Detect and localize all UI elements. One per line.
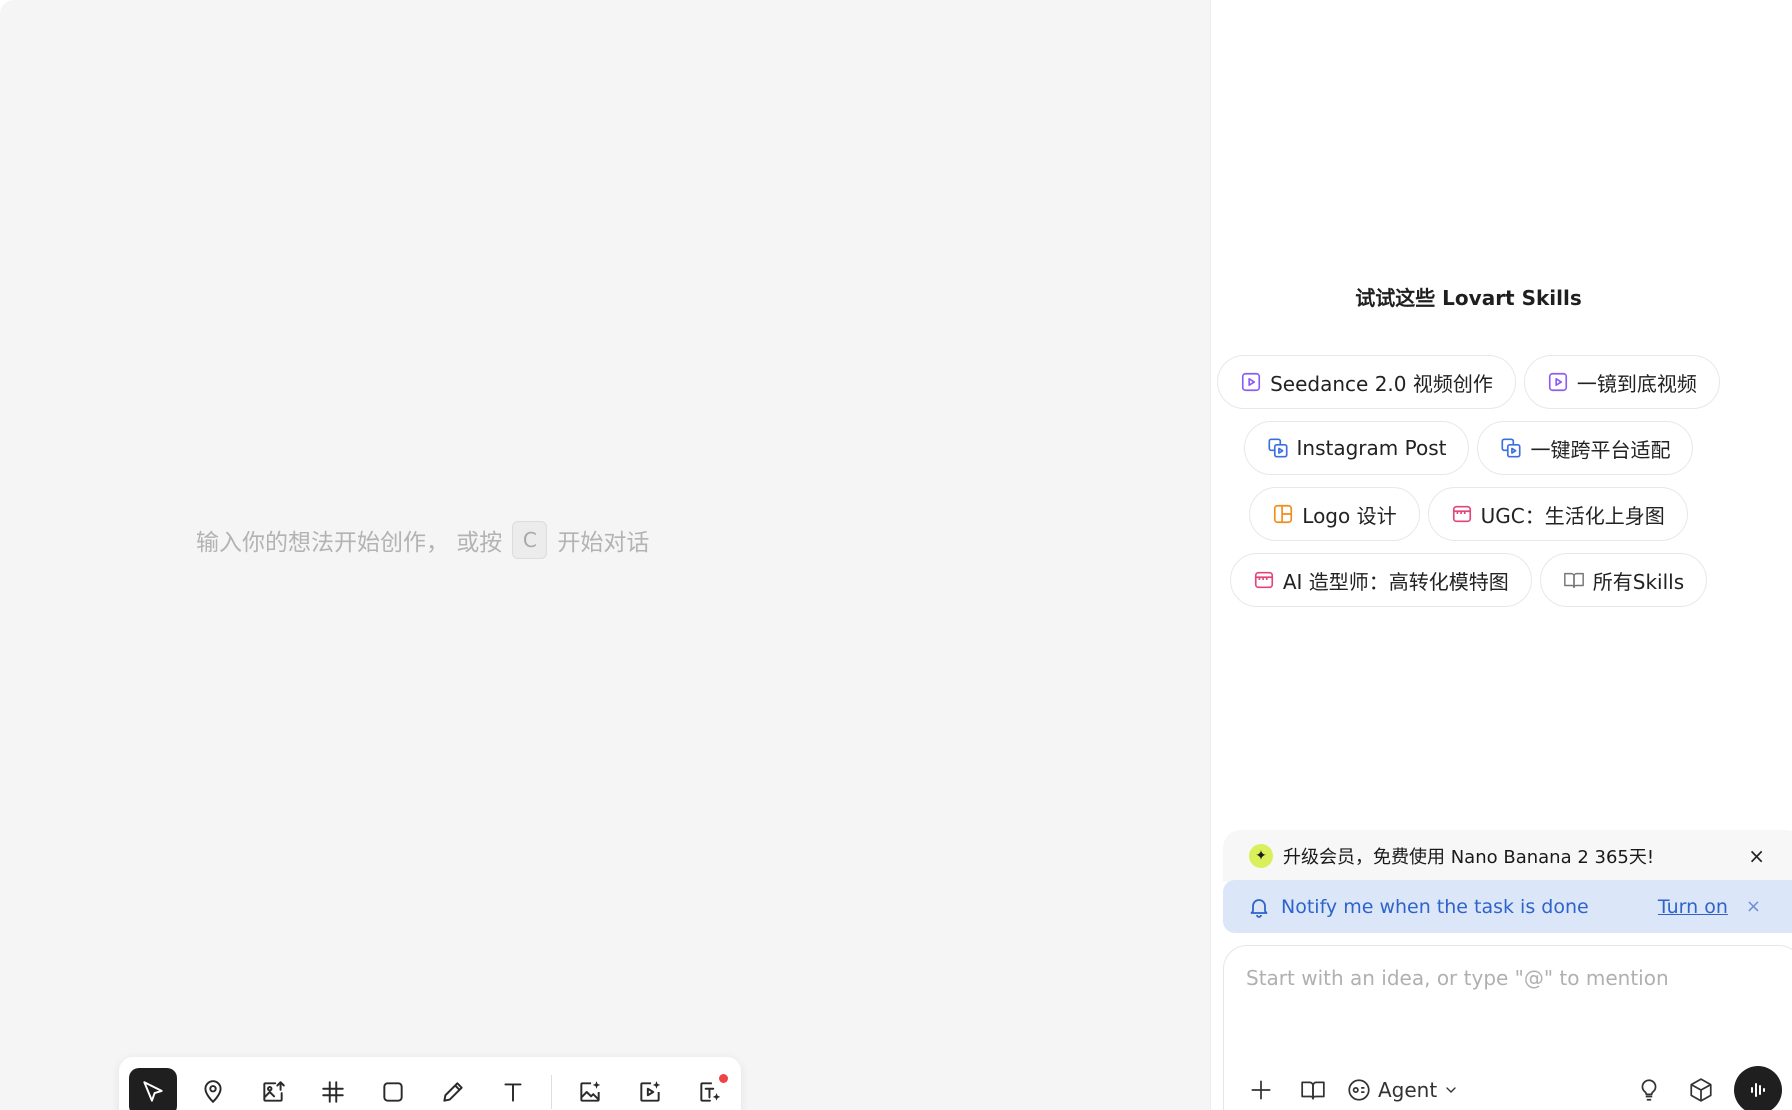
skill-chip-ai-stylist[interactable]: AI 造型师：高转化模特图 [1229, 553, 1532, 607]
design-canvas[interactable]: 输入你的想法开始创作， 或按 C 开始对话 [0, 0, 1210, 1110]
upgrade-promo-banner[interactable]: ✦ 升级会员，免费使用 Nano Banana 2 365天! × [1223, 830, 1792, 882]
lightbulb-icon [1641, 1079, 1657, 1101]
ai-image-button[interactable] [566, 1068, 614, 1110]
skill-chip-label: Logo 设计 [1302, 503, 1397, 528]
layout-grid-icon [1274, 504, 1293, 524]
agent-icon [1348, 1079, 1370, 1101]
skill-chip-label: Seedance 2.0 视频创作 [1270, 371, 1493, 396]
book-icon [1301, 1081, 1325, 1100]
cube-icon [1690, 1078, 1712, 1102]
skills-row: Logo 设计 UGC：生活化上身图 [1211, 487, 1792, 541]
skill-chip-label: UGC：生活化上身图 [1480, 503, 1665, 528]
skill-chip-label: Instagram Post [1296, 436, 1447, 460]
chat-input[interactable] [1246, 966, 1766, 990]
ai-video-button[interactable] [626, 1068, 674, 1110]
close-icon[interactable]: × [1746, 896, 1761, 917]
multi-media-icon [1267, 438, 1288, 458]
skill-chip-label: 所有Skills [1592, 569, 1685, 594]
video-play-icon [1242, 372, 1261, 392]
plus-icon [1251, 1080, 1271, 1100]
pencil-icon [443, 1082, 463, 1102]
turn-on-link[interactable]: Turn on [1658, 896, 1728, 918]
notification-dot [719, 1074, 728, 1083]
rectangle-tool-button[interactable] [369, 1068, 417, 1110]
upload-image-button[interactable] [249, 1068, 297, 1110]
skill-chip-label: 一镜到底视频 [1576, 371, 1697, 396]
ai-image-icon [580, 1081, 601, 1102]
notify-text: Notify me when the task is done [1281, 895, 1589, 918]
skill-chip-one-shot-video[interactable]: 一镜到底视频 [1523, 355, 1720, 409]
skill-chip-label: AI 造型师：高转化模特图 [1282, 569, 1509, 594]
close-icon[interactable]: × [1748, 844, 1765, 868]
canvas-empty-hint: 输入你的想法开始创作， 或按 C 开始对话 [196, 519, 649, 561]
app-window: 输入你的想法开始创作， 或按 C 开始对话 试试这些 Lovart Skills… [0, 0, 1792, 1110]
skill-chip-cross-platform[interactable]: 一键跨平台适配 [1477, 421, 1694, 475]
ai-text-icon [700, 1082, 721, 1102]
text-tool-button[interactable] [489, 1068, 537, 1110]
canvas-toolbar [119, 1057, 741, 1110]
skill-chip-seedance[interactable]: Seedance 2.0 视频创作 [1217, 355, 1516, 409]
canvas-hint-text: 输入你的想法开始创作， 或按 [196, 530, 503, 556]
video-play-icon [1548, 372, 1567, 392]
chevron-down-icon [1446, 1087, 1456, 1093]
skills-chip-list: Seedance 2.0 视频创作 一镜到底视频 Instagram Post … [1211, 355, 1792, 619]
image-upload-icon [263, 1081, 285, 1102]
mark-tool-button[interactable] [189, 1068, 237, 1110]
skill-chip-all-skills[interactable]: 所有Skills [1539, 553, 1708, 607]
promo-text: 升级会员，免费使用 Nano Banana 2 365天! [1283, 847, 1655, 868]
skill-chip-instagram-post[interactable]: Instagram Post [1243, 421, 1470, 475]
library-button[interactable] [1294, 1070, 1332, 1110]
skills-title: 试试这些 Lovart Skills [1355, 286, 1582, 310]
frame-tool-button[interactable] [309, 1068, 357, 1110]
open-book-icon [1563, 572, 1584, 589]
bell-icon [1250, 898, 1268, 918]
ai-text-button[interactable] [686, 1068, 734, 1110]
skill-chip-label: 一键跨平台适配 [1530, 437, 1671, 462]
composer-toolbar: Agent [1242, 1066, 1782, 1110]
hash-frame-icon [322, 1081, 344, 1103]
chat-composer: Agent [1223, 945, 1792, 1110]
agent-panel: 试试这些 Lovart Skills Seedance 2.0 视频创作 一镜到… [1210, 0, 1792, 1110]
skill-chip-ugc[interactable]: UGC：生活化上身图 [1427, 487, 1688, 541]
shortcut-key: C [512, 521, 548, 559]
voice-input-button[interactable] [1734, 1066, 1782, 1110]
skills-row: Instagram Post 一键跨平台适配 [1211, 421, 1792, 475]
multi-media-icon [1501, 438, 1522, 458]
text-icon [504, 1083, 522, 1102]
square-icon [383, 1082, 403, 1102]
agent-mode-dropdown[interactable]: Agent [1346, 1070, 1459, 1110]
skill-chip-logo-design[interactable]: Logo 设计 [1249, 487, 1420, 541]
sparkle-icon: ✦ [1249, 844, 1273, 868]
cursor-arrow-icon [143, 1081, 163, 1102]
storefront-icon [1452, 505, 1471, 523]
skills-row: Seedance 2.0 视频创作 一镜到底视频 [1211, 355, 1792, 409]
toolbar-divider [551, 1075, 552, 1109]
select-tool-button[interactable] [129, 1068, 177, 1110]
skills-row: AI 造型师：高转化模特图 所有Skills [1211, 553, 1792, 607]
ideas-button[interactable] [1630, 1070, 1668, 1110]
notify-banner: Notify me when the task is done Turn on … [1223, 880, 1792, 933]
location-pin-icon [204, 1080, 222, 1104]
pen-tool-button[interactable] [429, 1068, 477, 1110]
agent-label: Agent [1378, 1078, 1438, 1102]
microphone-wave-icon [1751, 1083, 1765, 1097]
storefront-icon [1254, 571, 1273, 589]
canvas-hint-text-end: 开始对话 [557, 530, 650, 556]
3d-model-button[interactable] [1682, 1070, 1720, 1110]
add-attachment-button[interactable] [1242, 1070, 1280, 1110]
ai-video-icon [640, 1081, 661, 1102]
